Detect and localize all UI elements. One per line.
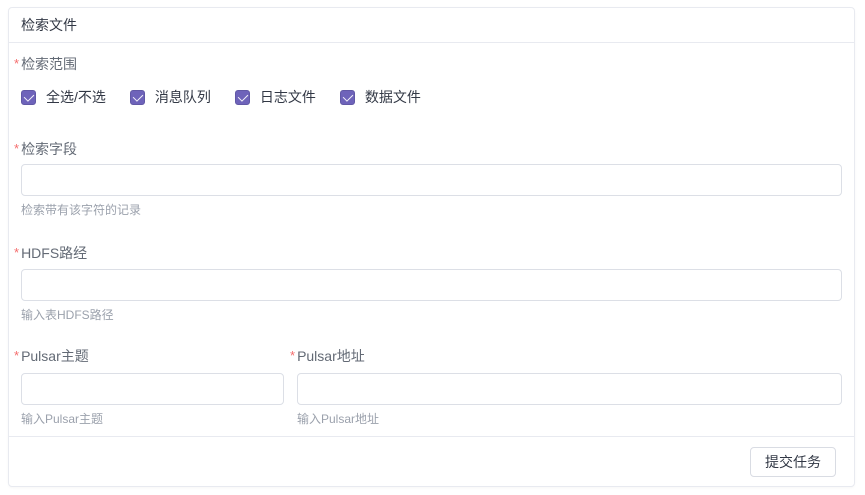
checkbox-label: 全选/不选 bbox=[46, 89, 106, 105]
form-group-hdfs-path: *HDFS路经 输入表HDFS路径 bbox=[21, 245, 842, 321]
pulsar-address-helper: 输入Pulsar地址 bbox=[297, 413, 842, 425]
card-footer: 提交任务 bbox=[9, 436, 854, 486]
checkbox-label: 数据文件 bbox=[365, 89, 421, 105]
checkbox-message-queue[interactable]: 消息队列 bbox=[130, 89, 211, 105]
hdfs-path-input[interactable] bbox=[21, 269, 842, 301]
required-marker: * bbox=[290, 348, 295, 364]
scope-label: *检索范围 bbox=[21, 56, 842, 72]
required-marker: * bbox=[14, 56, 19, 72]
checkbox-data-files[interactable]: 数据文件 bbox=[340, 89, 421, 105]
checkbox-label: 日志文件 bbox=[260, 89, 316, 105]
search-field-input[interactable] bbox=[21, 164, 842, 196]
checkbox-label: 消息队列 bbox=[155, 89, 211, 105]
hdfs-path-label: *HDFS路经 bbox=[21, 245, 842, 261]
search-field-label: *检索字段 bbox=[21, 141, 842, 157]
form-group-pulsar-address: *Pulsar地址 输入Pulsar地址 bbox=[297, 348, 842, 425]
form-group-search-field: *检索字段 检索带有该字符的记录 bbox=[21, 141, 842, 216]
checkbox-log-files[interactable]: 日志文件 bbox=[235, 89, 316, 105]
checkbox-checked-icon[interactable] bbox=[21, 90, 36, 105]
card-title: 检索文件 bbox=[21, 15, 77, 35]
form-group-scope: *检索范围 全选/不选 消息队列 日志文件 数据文件 bbox=[21, 56, 842, 105]
pulsar-topic-input[interactable] bbox=[21, 373, 284, 405]
required-marker: * bbox=[14, 141, 19, 157]
form-row-pulsar: *Pulsar主题 输入Pulsar主题 *Pulsar地址 输入Pulsar地… bbox=[21, 348, 842, 425]
search-files-card: 检索文件 *检索范围 全选/不选 消息队列 日志文件 bbox=[8, 7, 855, 487]
card-body: *检索范围 全选/不选 消息队列 日志文件 数据文件 bbox=[9, 43, 854, 436]
card-header: 检索文件 bbox=[9, 8, 854, 43]
checkbox-checked-icon[interactable] bbox=[340, 90, 355, 105]
pulsar-topic-helper: 输入Pulsar主题 bbox=[21, 413, 284, 425]
checkbox-checked-icon[interactable] bbox=[235, 90, 250, 105]
required-marker: * bbox=[14, 348, 19, 364]
hdfs-path-helper: 输入表HDFS路径 bbox=[21, 309, 842, 321]
checkbox-checked-icon[interactable] bbox=[130, 90, 145, 105]
checkbox-select-all[interactable]: 全选/不选 bbox=[21, 89, 106, 105]
submit-task-button[interactable]: 提交任务 bbox=[750, 447, 836, 477]
form-group-pulsar-topic: *Pulsar主题 输入Pulsar主题 bbox=[21, 348, 284, 425]
required-marker: * bbox=[14, 245, 19, 261]
pulsar-address-label: *Pulsar地址 bbox=[297, 348, 842, 364]
search-field-helper: 检索带有该字符的记录 bbox=[21, 204, 842, 216]
scope-checkbox-row: 全选/不选 消息队列 日志文件 数据文件 bbox=[21, 89, 842, 105]
pulsar-address-input[interactable] bbox=[297, 373, 842, 405]
pulsar-topic-label: *Pulsar主题 bbox=[21, 348, 284, 364]
